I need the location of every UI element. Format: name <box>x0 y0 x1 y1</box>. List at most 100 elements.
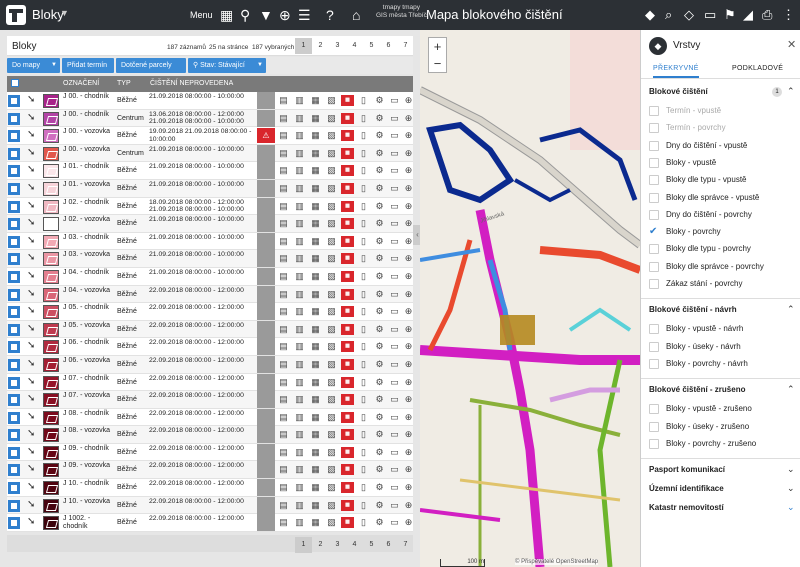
folder-icon[interactable]: ▭ <box>388 482 401 493</box>
calendar-alert-icon[interactable]: ▩ <box>341 411 354 423</box>
edit-calendar-icon[interactable]: ▧ <box>325 359 338 370</box>
folder-icon[interactable]: ▭ <box>388 341 401 352</box>
layer-checkbox[interactable] <box>649 106 659 116</box>
settings-icon[interactable]: ⚙ <box>373 95 386 106</box>
help-icon[interactable]: ? <box>326 7 334 23</box>
calendar-alert-icon[interactable]: ▩ <box>341 288 354 300</box>
folder-icon[interactable]: ▭ <box>388 218 401 229</box>
layer-group-title[interactable]: Blokové čištění - zrušeno <box>649 385 745 394</box>
layer-checkbox[interactable] <box>649 358 659 369</box>
menu-button[interactable]: Menu <box>190 10 213 20</box>
row-checkbox[interactable] <box>8 130 20 143</box>
zoom-to-icon[interactable]: ➘ <box>27 411 35 422</box>
calendar-alert-icon[interactable]: ▩ <box>341 499 354 511</box>
edit-calendar-icon[interactable]: ▧ <box>325 165 338 176</box>
zoom-to-icon[interactable]: ➘ <box>27 394 35 404</box>
table-row[interactable]: ➘ J 10. - chodník Běžné 22.09.2018 08:00:00… <box>7 479 413 497</box>
file-icon[interactable]: ▯ <box>357 253 370 264</box>
document-icon[interactable]: ▤ <box>277 482 290 493</box>
file-icon[interactable]: ▯ <box>357 482 370 493</box>
edit-calendar-icon[interactable]: ▧ <box>325 271 338 282</box>
page-5[interactable]: 5 <box>363 38 380 54</box>
zoom-to-icon[interactable]: ➘ <box>27 376 35 387</box>
table-row[interactable]: ➘ J 05. - chodník Běžné 22.09.2018 08:00:00… <box>7 303 413 321</box>
settings-icon[interactable]: ⚙ <box>373 500 386 511</box>
zoom-to-icon[interactable]: ➘ <box>27 165 35 175</box>
zoom-to-icon[interactable]: ➘ <box>27 446 35 457</box>
zoom-to-icon[interactable]: ➘ <box>27 112 35 123</box>
row-checkbox[interactable] <box>8 394 20 407</box>
calendar-icon[interactable]: ▦ <box>309 113 322 124</box>
zoom-to-icon[interactable]: ➘ <box>27 499 35 510</box>
zoom-to-icon[interactable]: ➘ <box>27 482 35 492</box>
table-row[interactable]: ➘ J 00. - chodník Běžné 21.09.2018 08:00:00… <box>7 92 413 110</box>
row-checkbox[interactable] <box>8 411 20 424</box>
affected-parcels-button[interactable]: Dotčené parcely <box>116 58 186 73</box>
edit-calendar-icon[interactable]: ▧ <box>325 412 338 423</box>
file-icon[interactable]: ▯ <box>357 289 370 300</box>
calendar-icon[interactable]: ▦ <box>309 130 322 141</box>
globe-icon[interactable]: ⊕ <box>402 412 415 423</box>
settings-icon[interactable]: ⚙ <box>373 218 386 229</box>
barcode-icon[interactable]: ▥ <box>293 377 306 388</box>
layer-checkbox[interactable] <box>649 421 659 432</box>
calendar-alert-icon[interactable]: ▩ <box>341 358 354 370</box>
settings-icon[interactable]: ⚙ <box>373 429 386 440</box>
globe-icon[interactable]: ⊕ <box>402 447 415 458</box>
calendar-alert-icon[interactable]: ▩ <box>341 182 354 194</box>
tab-overlay[interactable]: PŘEKRYVNÉ <box>653 65 699 78</box>
map-attribution[interactable]: © Přispěvatelé OpenStreetMap <box>515 559 599 565</box>
table-row[interactable]: ➘ J 05. - vozovka Běžné 22.09.2018 08:00:00… <box>7 320 415 339</box>
globe-icon[interactable]: ⊕ <box>402 289 415 300</box>
zoom-to-icon[interactable]: ➘ <box>27 341 35 351</box>
settings-icon[interactable]: ⚙ <box>373 324 386 335</box>
folder-icon[interactable]: ▭ <box>388 130 401 141</box>
calendar-icon[interactable]: ▦ <box>309 341 322 352</box>
barcode-icon[interactable]: ▥ <box>293 517 306 528</box>
document-icon[interactable]: ▤ <box>277 517 290 528</box>
app-logo-icon[interactable] <box>6 5 26 25</box>
column-cleaning-header[interactable]: ČIŠTĚNÍ NEPROVEDENA <box>150 80 233 87</box>
globe-icon[interactable]: ⊕ <box>402 324 415 335</box>
edit-calendar-icon[interactable]: ▧ <box>325 324 338 335</box>
calendar-icon[interactable]: ▦ <box>309 236 322 247</box>
page-7[interactable]: 7 <box>397 537 414 553</box>
file-icon[interactable]: ▯ <box>357 183 370 194</box>
add-icon[interactable]: ⊕ <box>279 7 291 23</box>
file-icon[interactable]: ▯ <box>357 359 370 370</box>
edit-calendar-icon[interactable]: ▧ <box>325 517 338 528</box>
table-row[interactable]: ➘ J 00. - vozovka Centrum 21.09.2018 08:00:… <box>7 144 413 163</box>
layer-checkbox[interactable] <box>649 175 659 186</box>
settings-icon[interactable]: ⚙ <box>373 306 386 317</box>
globe-icon[interactable]: ⊕ <box>402 183 415 194</box>
document-icon[interactable]: ▤ <box>277 130 290 141</box>
page-3[interactable]: 3 <box>329 38 346 54</box>
layer-checkbox[interactable] <box>649 209 659 220</box>
document-icon[interactable]: ▤ <box>277 500 290 511</box>
calendar-icon[interactable]: ▦ <box>309 253 322 264</box>
calendar-icon[interactable]: ▦ <box>309 447 322 458</box>
file-icon[interactable]: ▯ <box>357 236 370 247</box>
document-icon[interactable]: ▭ <box>704 7 716 23</box>
barcode-icon[interactable]: ▥ <box>293 412 306 423</box>
barcode-icon[interactable]: ▥ <box>293 447 306 458</box>
calendar-icon[interactable]: ▦ <box>309 377 322 388</box>
barcode-icon[interactable]: ▥ <box>293 500 306 511</box>
table-row[interactable]: ➘ J 06. - chodník Běžné 22.09.2018 08:00:00… <box>7 338 413 356</box>
calendar-alert-icon[interactable]: ▩ <box>341 253 354 265</box>
edit-calendar-icon[interactable]: ▧ <box>325 113 338 124</box>
barcode-icon[interactable]: ▥ <box>293 482 306 493</box>
table-row[interactable]: ➘ J 07. - vozovka Běžné 22.09.2018 08:00:00… <box>7 391 413 409</box>
file-icon[interactable]: ▯ <box>357 271 370 282</box>
document-icon[interactable]: ▤ <box>277 447 290 458</box>
edit-calendar-icon[interactable]: ▧ <box>325 377 338 388</box>
layer-checkbox[interactable] <box>649 123 659 134</box>
globe-icon[interactable]: ⊕ <box>402 271 415 282</box>
zoom-to-icon[interactable]: ➘ <box>27 270 35 281</box>
warning-icon[interactable]: ⚠ <box>257 128 275 144</box>
table-row[interactable]: ➘ J 08. - chodník Běžné 22.09.2018 08:00:00… <box>7 408 415 427</box>
row-checkbox[interactable] <box>8 112 20 125</box>
to-map-button[interactable]: Do mapy ▼ <box>7 58 60 73</box>
settings-icon[interactable]: ⚙ <box>373 130 386 141</box>
layer-group-title[interactable]: Územní identifikace <box>649 484 724 493</box>
